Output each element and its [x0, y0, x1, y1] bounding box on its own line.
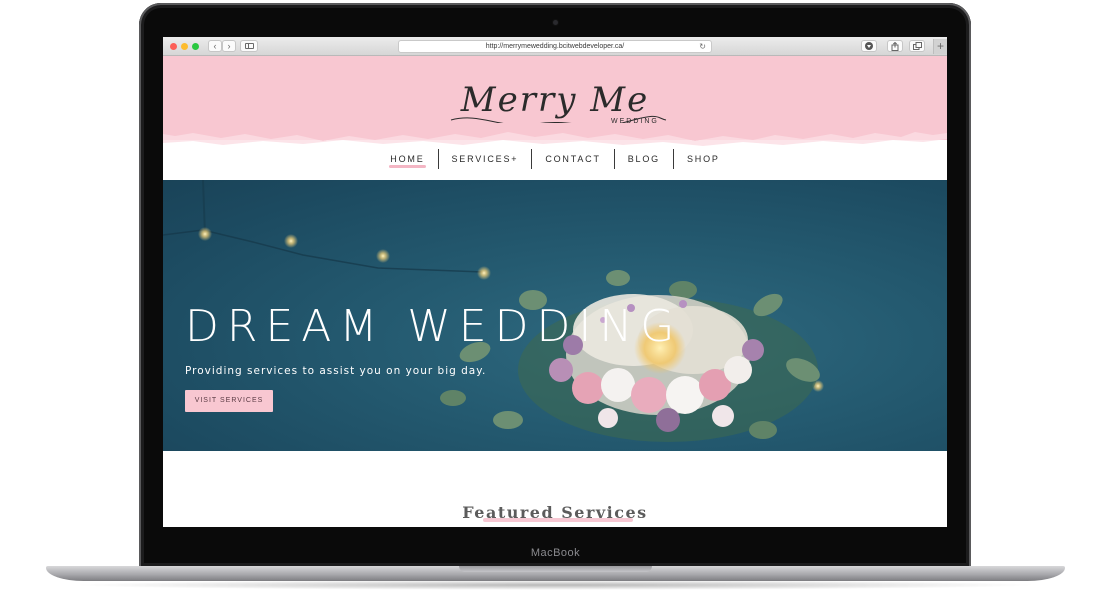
hero-banner: DREAM WEDDING Providing services to assi… [163, 180, 947, 451]
close-window-button[interactable] [170, 43, 177, 50]
download-icon [865, 42, 873, 50]
nav-item-shop[interactable]: SHOP [672, 149, 733, 169]
main-nav: HOME SERVICES+ CONTACT BLOG SHOP [163, 149, 947, 169]
share-icon [891, 41, 899, 51]
address-bar[interactable]: http://merrymewedding.bcitwebdeveloper.c… [398, 40, 712, 53]
browser-toolbar: ‹ › http://merrymewedding.bcitwebdevelop… [163, 37, 947, 56]
tabs-button[interactable] [909, 40, 925, 52]
nav-item-blog[interactable]: BLOG [613, 149, 673, 169]
new-tab-button[interactable]: + [933, 39, 947, 54]
hero-subtitle: Providing services to assist you on your… [185, 365, 487, 377]
tabs-icon [912, 42, 922, 50]
download-button[interactable] [861, 40, 877, 52]
nav-item-services[interactable]: SERVICES+ [437, 149, 532, 169]
logo-script-text[interactable]: Merry Me [163, 80, 947, 120]
forward-button[interactable]: › [222, 40, 236, 52]
minimize-window-button[interactable] [181, 43, 188, 50]
nav-item-home[interactable]: HOME [377, 149, 437, 169]
macbook-label: MacBook [530, 547, 581, 559]
hero-title: DREAM WEDDING [185, 301, 683, 352]
sidebar-button[interactable] [240, 40, 258, 52]
forward-icon: › [227, 40, 231, 51]
sidebar-icon [244, 43, 254, 49]
laptop-notch [459, 566, 652, 572]
back-button[interactable]: ‹ [208, 40, 222, 52]
back-icon: ‹ [213, 40, 217, 51]
reload-icon[interactable]: ↻ [699, 41, 706, 52]
fullscreen-window-button[interactable] [192, 43, 199, 50]
nav-item-contact[interactable]: CONTACT [531, 149, 613, 169]
screen: ‹ › http://merrymewedding.bcitwebdevelop… [163, 37, 947, 527]
visit-services-button[interactable]: VISIT SERVICES [185, 390, 273, 412]
watercolor-edge [163, 123, 947, 146]
camera-icon [553, 20, 558, 25]
laptop-shadow [70, 580, 1040, 590]
featured-services-heading: Featured Services [462, 503, 648, 522]
new-tab-icon: + [936, 39, 944, 53]
share-button[interactable] [887, 40, 903, 52]
url-text: http://merrymewedding.bcitwebdeveloper.c… [485, 43, 625, 50]
